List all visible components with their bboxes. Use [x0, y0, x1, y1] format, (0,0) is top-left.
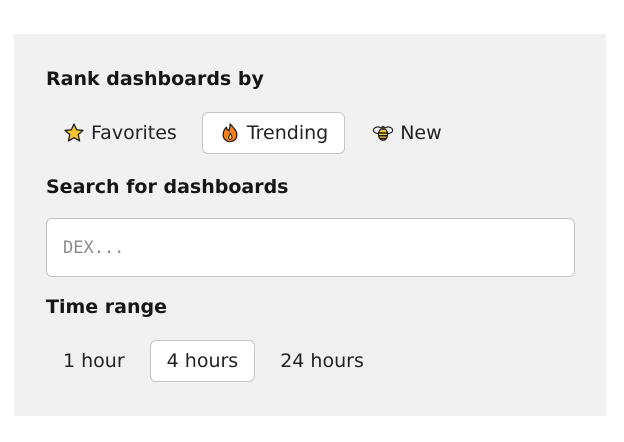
- filter-panel: Rank dashboards by Favorites Trending Ne…: [14, 34, 606, 416]
- rank-option-new[interactable]: New: [355, 112, 458, 154]
- rank-option-label: Favorites: [91, 122, 177, 144]
- rank-option-trending[interactable]: Trending: [201, 112, 346, 154]
- time-option-label: 24 hours: [280, 350, 364, 372]
- rank-section-label: Rank dashboards by: [46, 68, 264, 90]
- search-section-label: Search for dashboards: [46, 176, 289, 198]
- time-option-24-hours[interactable]: 24 hours: [263, 340, 381, 382]
- rank-option-favorites[interactable]: Favorites: [46, 112, 194, 154]
- rank-toggle-group: Favorites Trending New: [46, 112, 459, 154]
- time-option-label: 4 hours: [166, 350, 239, 372]
- time-option-4-hours[interactable]: 4 hours: [149, 340, 256, 382]
- bee-icon: [372, 122, 394, 144]
- rank-option-label: New: [400, 122, 442, 144]
- fire-icon: [219, 122, 241, 144]
- star-icon: [63, 122, 85, 144]
- time-range-toggle-group: 1 hour 4 hours 24 hours: [46, 340, 381, 382]
- rank-option-label: Trending: [246, 122, 329, 144]
- time-option-1-hour[interactable]: 1 hour: [46, 340, 142, 382]
- time-option-label: 1 hour: [63, 350, 125, 372]
- search-input[interactable]: [46, 218, 575, 277]
- time-range-section-label: Time range: [46, 296, 167, 318]
